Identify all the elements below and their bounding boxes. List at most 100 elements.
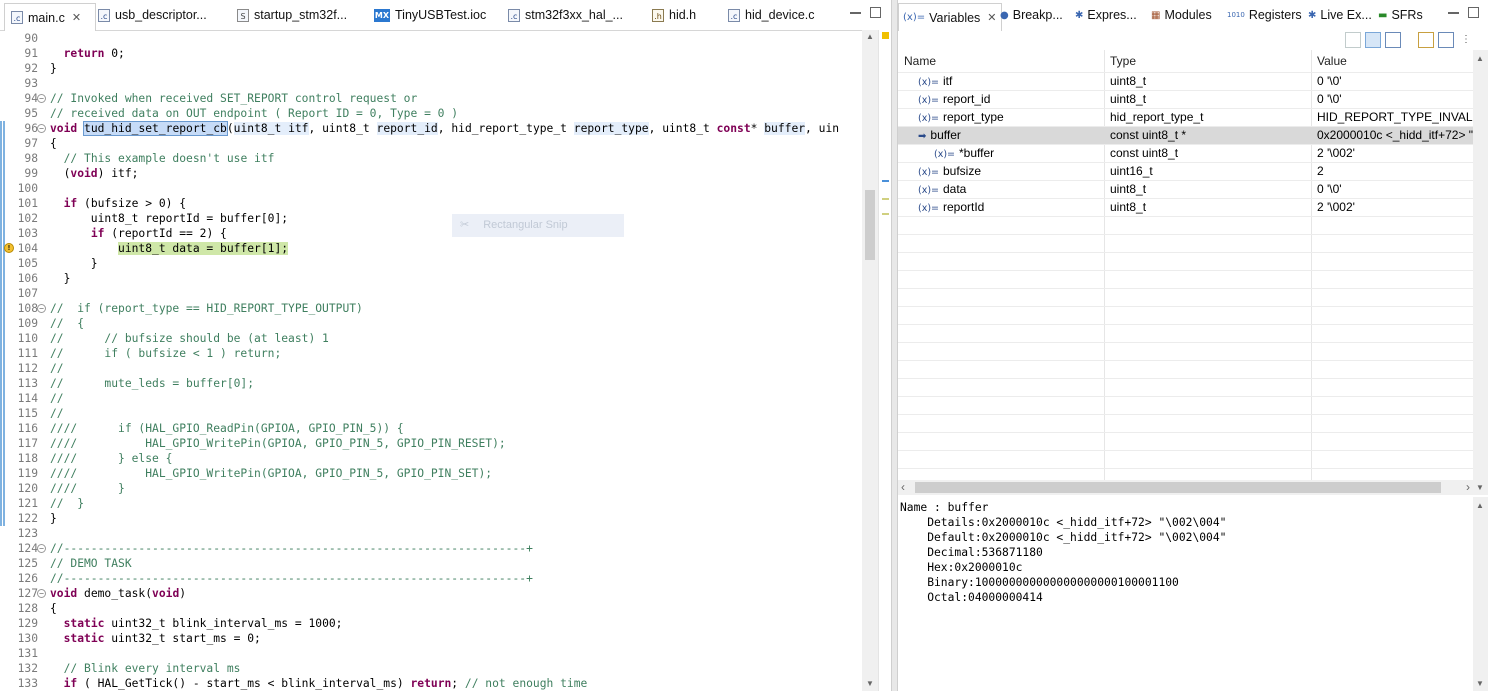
variable-details-pane[interactable]: Name : buffer Details:0x2000010c <_hidd_… [898, 497, 1473, 691]
collapse-all-icon[interactable] [1385, 32, 1401, 48]
tab-stm32f3xx-hal[interactable]: .c stm32f3xx_hal_... [508, 4, 623, 26]
code-editor[interactable]: 90 91 return 0; 92} 93 94−// Invoked when re… [0, 30, 862, 691]
tab-main-c[interactable]: .c main.c ✕ [4, 3, 96, 31]
variables-horizontal-scrollbar[interactable]: ‹ › [898, 480, 1473, 495]
variable-value-cell[interactable]: 2 [1317, 162, 1473, 180]
column-header-value[interactable]: Value [1317, 50, 1347, 72]
pane-splitter[interactable] [891, 0, 898, 691]
variable-row[interactable]: ➡buffer⌄ const uint8_t * 0x2000010c <_hidd… [898, 126, 1473, 144]
code-line[interactable]: 99 (void) itf; [0, 166, 862, 181]
code-line[interactable]: 107 [0, 286, 862, 301]
code-line[interactable]: 114 // [0, 391, 862, 406]
tab-variables[interactable]: (x)= Variables ✕ [898, 3, 1002, 31]
code-line[interactable]: 109 // { [0, 316, 862, 331]
tab-usb-descriptor[interactable]: .c usb_descriptor... [98, 4, 207, 26]
tab-modules[interactable]: ▦ Modules [1151, 4, 1212, 26]
code-line[interactable]: 103 if (reportId == 2) { [0, 226, 862, 241]
editor-vertical-scrollbar[interactable]: ▲ ▼ [862, 30, 878, 691]
minimize-icon[interactable] [850, 12, 861, 14]
view-menu-icon[interactable]: ⋮ [1458, 32, 1474, 48]
code-line[interactable]: 132 // Blink every interval ms [0, 661, 862, 676]
scroll-left-icon[interactable]: ‹ [901, 480, 905, 494]
maximize-icon[interactable] [870, 7, 881, 18]
variable-value-cell[interactable]: 2 '\002' [1317, 144, 1473, 162]
code-line[interactable]: 116 //// if (HAL_GPIO_ReadPin(GPIOA, GPIO… [0, 421, 862, 436]
variable-value-cell[interactable]: 0 '\0' [1317, 90, 1473, 108]
close-icon[interactable]: ✕ [72, 11, 81, 24]
tab-sfrs[interactable]: ▬ SFRs [1378, 4, 1423, 26]
code-line[interactable]: 117 //// HAL_GPIO_WritePin(GPIOA, GPIO_PI… [0, 436, 862, 451]
scroll-down-icon[interactable]: ▼ [1476, 679, 1484, 688]
code-line[interactable]: 130 static uint32_t start_ms = 0; [0, 631, 862, 646]
variable-row[interactable]: (x)= report_type hid_report_type_t HID_REPO… [898, 108, 1473, 126]
occurrence-marker[interactable] [882, 198, 889, 200]
code-line[interactable]: 110 // // bufsize should be (at least) 1 [0, 331, 862, 346]
code-line[interactable]: 100 [0, 181, 862, 196]
tab-ioc[interactable]: MX TinyUSBTest.ioc [374, 4, 486, 26]
occurrence-marker[interactable] [882, 180, 889, 182]
code-line[interactable]: 122} [0, 511, 862, 526]
close-icon[interactable]: ✕ [987, 11, 996, 24]
code-line[interactable]: 120 //// } [0, 481, 862, 496]
column-header-type[interactable]: Type [1110, 50, 1136, 72]
minimize-icon[interactable] [1448, 12, 1459, 14]
fold-toggle-icon[interactable]: − [37, 304, 46, 313]
code-line[interactable]: 90 [0, 31, 862, 46]
variable-row[interactable]: (x)= *buffer const uint8_t 2 '\002' [898, 144, 1473, 162]
scroll-up-icon[interactable]: ▲ [1476, 54, 1484, 63]
code-line[interactable]: 96− void tud_hid_set_report_cb(uint8_t it… [0, 121, 862, 136]
scroll-right-icon[interactable]: › [1466, 480, 1470, 494]
code-line[interactable]: 124−//----------------------------------… [0, 541, 862, 556]
tab-live-expressions[interactable]: ✱ Live Ex... [1308, 4, 1372, 26]
pin-icon[interactable] [1438, 32, 1454, 48]
code-line[interactable]: 121 // } [0, 496, 862, 511]
variable-row[interactable]: (x)= data uint8_t 0 '\0' [898, 180, 1473, 198]
code-line[interactable]: 108−// if (report_type == HID_REPORT_TYP… [0, 301, 862, 316]
code-line[interactable]: 94−// Invoked when received SET_REPORT c… [0, 91, 862, 106]
show-type-names-icon[interactable] [1345, 32, 1361, 48]
code-line[interactable]: 111 // if ( bufsize < 1 ) return; [0, 346, 862, 361]
code-line[interactable]: 97 { [0, 136, 862, 151]
variable-value-cell[interactable]: 0 '\0' [1317, 180, 1473, 198]
variable-value-cell[interactable]: 0x2000010c <_hidd_itf+72> "\002 [1317, 126, 1473, 144]
variable-row[interactable]: (x)= bufsize uint16_t 2 [898, 162, 1473, 180]
scroll-down-icon[interactable]: ▼ [1476, 483, 1484, 492]
code-line[interactable]: 125 // DEMO TASK [0, 556, 862, 571]
code-line[interactable]: 118 //// } else { [0, 451, 862, 466]
show-logical-structure-icon[interactable] [1365, 32, 1381, 48]
code-line[interactable]: 104! uint8_t data = buffer[1]; [0, 241, 862, 256]
details-vertical-scrollbar[interactable]: ▲ ▼ [1473, 497, 1488, 691]
code-line[interactable]: 129 static uint32_t blink_interval_ms = … [0, 616, 862, 631]
overview-ruler[interactable] [878, 30, 892, 691]
tab-breakpoints[interactable]: ● Breakp... [1000, 4, 1063, 26]
code-line[interactable]: 106 } [0, 271, 862, 286]
variable-row[interactable]: (x)= itf uint8_t 0 '\0' [898, 72, 1473, 90]
code-line[interactable]: 123 [0, 526, 862, 541]
code-line[interactable]: 115 // [0, 406, 862, 421]
tab-hid-device-c[interactable]: .c hid_device.c [728, 4, 815, 26]
code-line[interactable]: 105 } [0, 256, 862, 271]
code-line[interactable]: 91 return 0; [0, 46, 862, 61]
code-line[interactable]: 92} [0, 61, 862, 76]
scrollbar-thumb[interactable] [915, 482, 1441, 493]
fold-toggle-icon[interactable]: − [37, 544, 46, 553]
variables-vertical-scrollbar[interactable]: ▲ ▼ [1473, 50, 1488, 495]
code-line[interactable]: 119 //// HAL_GPIO_WritePin(GPIOA, GPIO_PI… [0, 466, 862, 481]
warning-marker-icon[interactable] [882, 32, 889, 39]
fold-toggle-icon[interactable]: − [37, 124, 46, 133]
variable-value-cell[interactable]: HID_REPORT_TYPE_INVALID [1317, 108, 1473, 126]
code-line[interactable]: 128 { [0, 601, 862, 616]
scroll-up-icon[interactable]: ▲ [866, 32, 874, 41]
code-line[interactable]: 127− void demo_task(void) [0, 586, 862, 601]
code-line[interactable]: 95 // received data on OUT endpoint ( Rep… [0, 106, 862, 121]
occurrence-marker[interactable] [882, 213, 889, 215]
warning-icon[interactable]: ! [4, 243, 14, 253]
variable-value-cell[interactable]: 0 '\0' [1317, 72, 1473, 90]
variable-value-cell[interactable]: 2 '\002' [1317, 198, 1473, 216]
fold-toggle-icon[interactable]: − [37, 94, 46, 103]
variable-row[interactable]: (x)= report_id uint8_t 0 '\0' [898, 90, 1473, 108]
tab-expressions[interactable]: ✱ Expres... [1075, 4, 1137, 26]
scrollbar-thumb[interactable] [865, 190, 875, 260]
scroll-up-icon[interactable]: ▲ [1476, 501, 1484, 510]
code-line[interactable]: 113 // mute_leds = buffer[0]; [0, 376, 862, 391]
